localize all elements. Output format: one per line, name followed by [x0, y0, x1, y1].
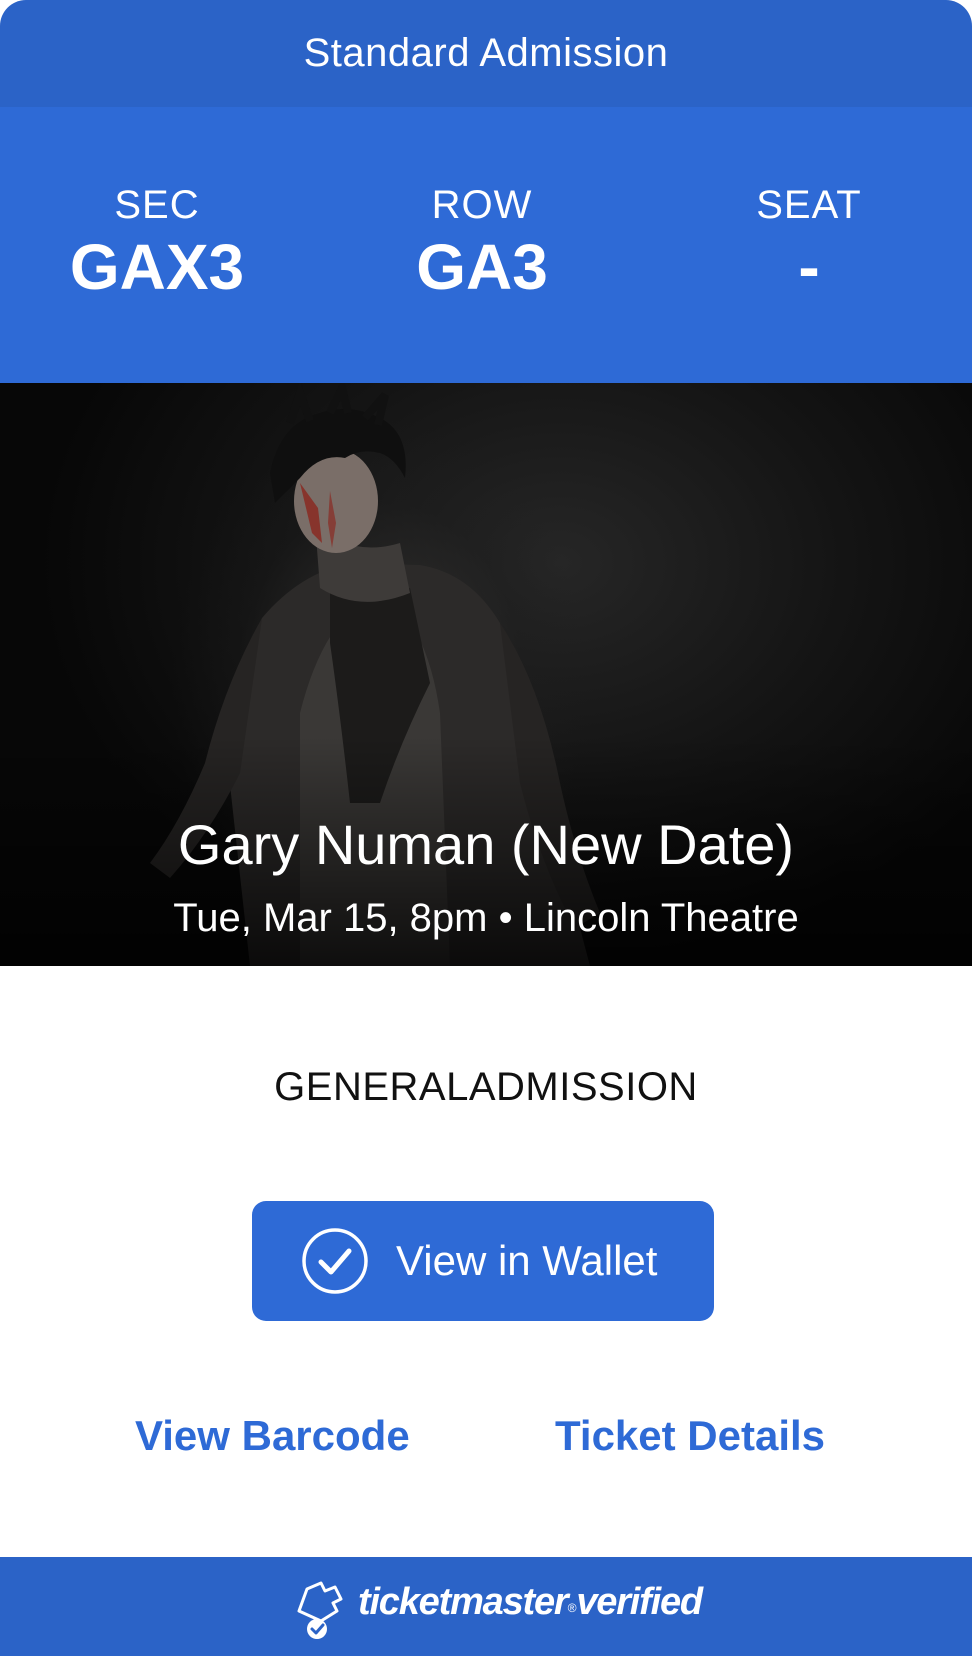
row-info: ROW GA3 — [352, 182, 612, 304]
seat-label: SEAT — [756, 183, 862, 227]
brand-main: ticketmaster — [358, 1581, 569, 1623]
view-in-wallet-label: View in Wallet — [396, 1237, 658, 1284]
section-value: GAX3 — [69, 231, 245, 303]
ticket-card: Standard Admission SEC GAX3 ROW GA3 SEAT… — [0, 0, 972, 1656]
seat-info: SEAT - — [679, 182, 939, 304]
brand-suffix: verified — [576, 1581, 703, 1623]
ticket-type-title: Standard Admission — [303, 31, 669, 75]
verified-footer: ticketmaster®verified — [0, 1557, 972, 1656]
check-circle-icon — [302, 1228, 368, 1294]
admission-type: GENERALADMISSION — [274, 1065, 698, 1109]
event-name: Gary Numan (New Date) — [177, 813, 795, 876]
section-info: SEC GAX3 — [27, 182, 287, 304]
seat-value: - — [798, 231, 820, 303]
view-barcode-link[interactable]: View Barcode — [135, 1411, 410, 1461]
event-artist-photo: Gary Numan (New Date) Tue, Mar 15, 8pm •… — [0, 383, 972, 966]
ticket-header: Standard Admission — [0, 0, 972, 107]
view-in-wallet-button[interactable]: View in Wallet — [252, 1201, 714, 1321]
seat-info-panel: SEC GAX3 ROW GA3 SEAT - — [0, 107, 972, 383]
ticket-check-icon — [297, 1581, 343, 1639]
row-label: ROW — [431, 183, 533, 227]
event-date-venue: Tue, Mar 15, 8pm • Lincoln Theatre — [173, 896, 799, 940]
section-label: SEC — [114, 183, 200, 227]
ticketmaster-verified-logo: ticketmaster®verified — [358, 1577, 703, 1633]
ticket-details-link[interactable]: Ticket Details — [555, 1411, 825, 1461]
row-value: GA3 — [416, 231, 548, 303]
